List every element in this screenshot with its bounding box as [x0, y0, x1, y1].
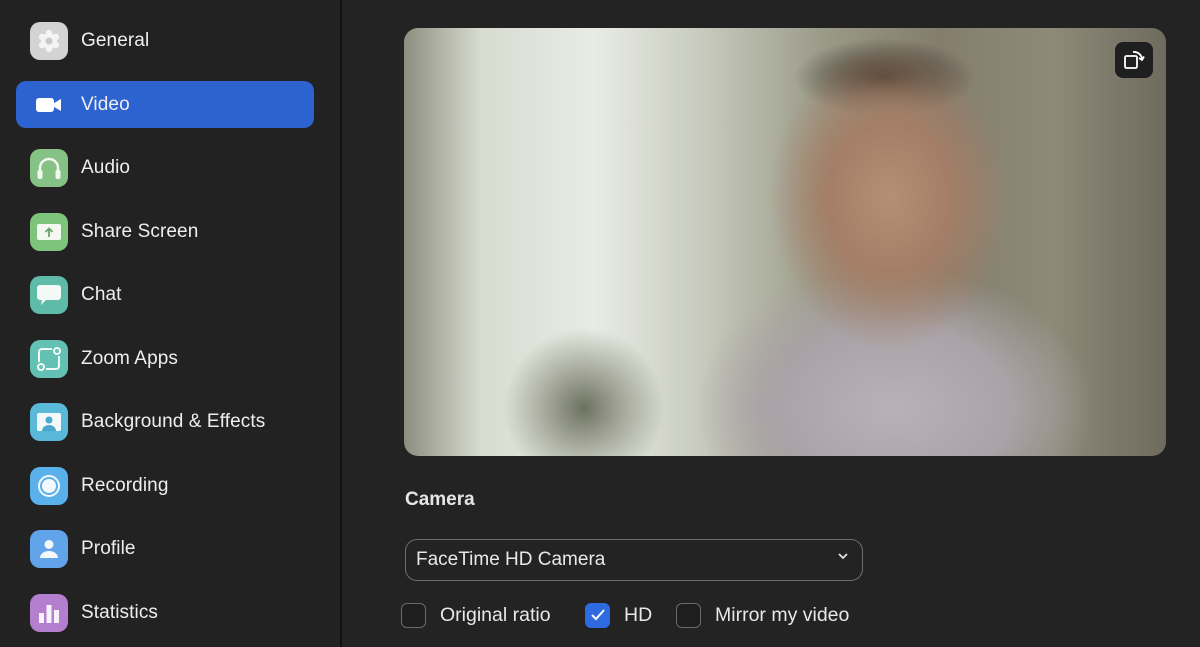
background-icon	[30, 402, 68, 441]
hd-option[interactable]: HD	[585, 601, 652, 629]
camera-select-value: FaceTime HD Camera	[416, 549, 606, 570]
share-screen-icon	[30, 212, 68, 251]
headphones-icon	[30, 148, 68, 187]
original-ratio-option[interactable]: Original ratio	[401, 601, 551, 629]
sidebar-item-label: General	[81, 29, 150, 51]
sidebar-item-video[interactable]: Video	[16, 81, 314, 128]
mirror-video-option[interactable]: Mirror my video	[676, 601, 849, 629]
settings-sidebar: General Video Audio Share Screen Chat Zo…	[0, 0, 340, 647]
mirror-video-checkbox[interactable]	[676, 602, 701, 628]
sidebar-item-label: Share Screen	[81, 220, 199, 242]
sidebar-item-label: Statistics	[81, 601, 159, 623]
rotate-camera-icon	[1124, 51, 1145, 69]
sidebar-item-label: Background & Effects	[81, 410, 266, 432]
rotate-camera-button[interactable]	[1115, 42, 1153, 78]
sidebar-item-label: Video	[81, 93, 130, 115]
original-ratio-checkbox[interactable]	[401, 602, 426, 628]
checkmark-icon	[590, 609, 605, 621]
sidebar-item-label: Chat	[81, 283, 122, 305]
sidebar-item-share-screen[interactable]: Share Screen	[16, 208, 314, 255]
sidebar-item-label: Audio	[81, 156, 131, 178]
camera-preview	[404, 28, 1166, 456]
sidebar-item-statistics[interactable]: Statistics	[16, 589, 314, 636]
sidebar-item-label: Profile	[81, 537, 136, 559]
sidebar-item-label: Zoom Apps	[81, 347, 179, 369]
record-icon	[30, 466, 68, 505]
zoom-apps-icon	[30, 339, 68, 378]
chat-bubble-icon	[30, 275, 68, 314]
gear-icon	[30, 21, 68, 60]
sidebar-item-general[interactable]: General	[16, 17, 314, 64]
sidebar-item-zoom-apps[interactable]: Zoom Apps	[16, 335, 314, 382]
chevron-down-icon	[838, 553, 848, 560]
sidebar-item-audio[interactable]: Audio	[16, 144, 314, 191]
video-settings-panel: Camera FaceTime HD Camera Original ratio…	[342, 0, 1200, 647]
hd-checkbox[interactable]	[585, 602, 610, 628]
sidebar-item-background-effects[interactable]: Background & Effects	[16, 398, 314, 445]
sidebar-item-label: Recording	[81, 474, 169, 496]
statistics-icon	[30, 593, 68, 632]
video-camera-icon	[30, 86, 68, 124]
sidebar-item-recording[interactable]: Recording	[16, 462, 314, 509]
camera-section-title: Camera	[405, 489, 475, 510]
checkbox-label: Original ratio	[440, 603, 551, 626]
sidebar-item-profile[interactable]: Profile	[16, 525, 314, 572]
camera-select[interactable]: FaceTime HD Camera	[405, 539, 863, 581]
checkbox-label: HD	[624, 603, 653, 626]
profile-icon	[30, 529, 68, 568]
sidebar-item-chat[interactable]: Chat	[16, 271, 314, 318]
checkbox-label: Mirror my video	[715, 603, 850, 626]
